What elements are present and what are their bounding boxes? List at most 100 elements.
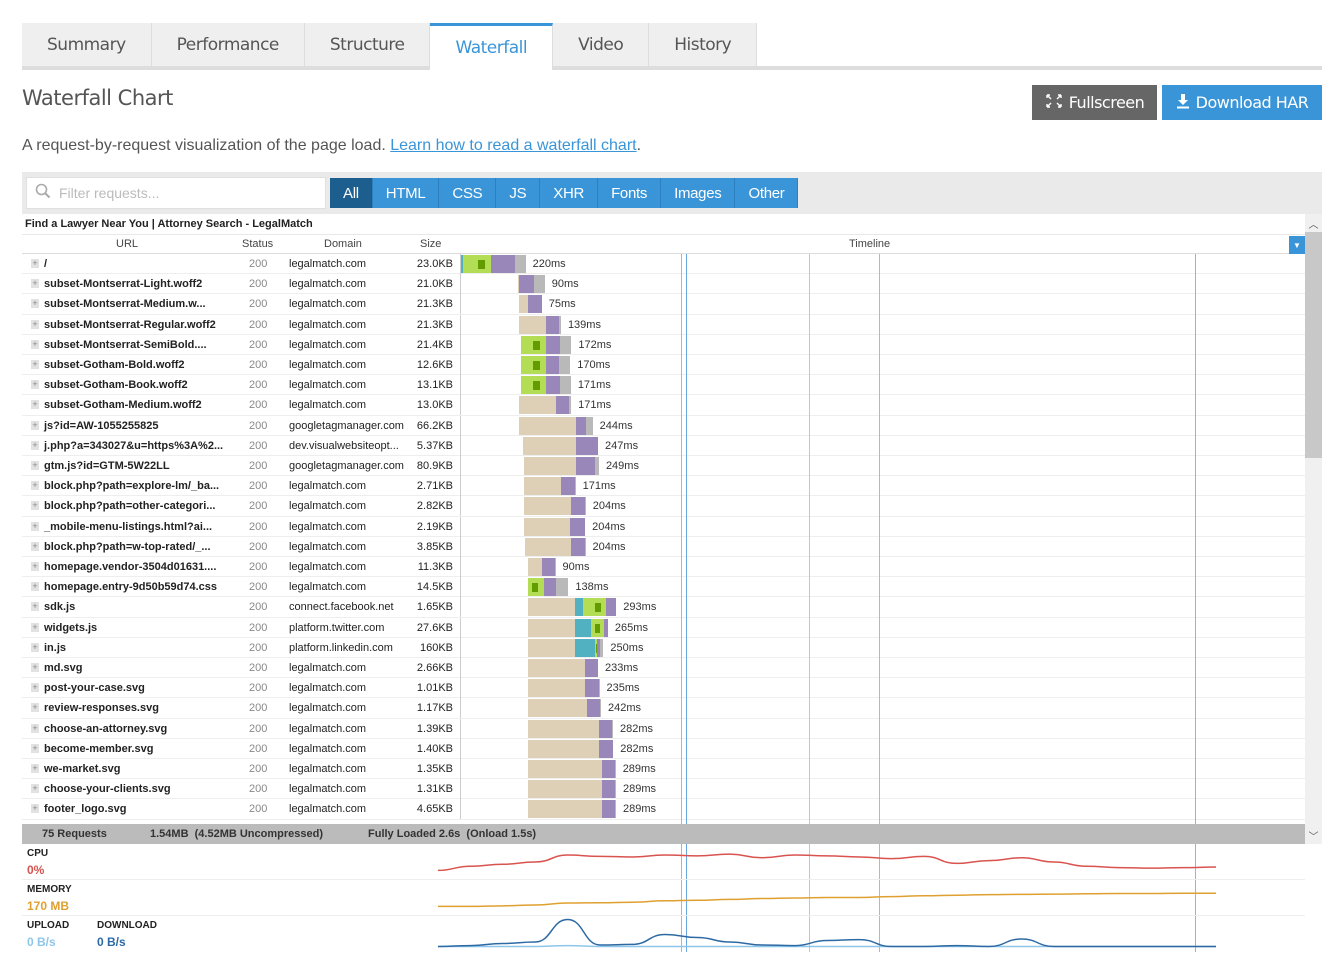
- scroll-thumb[interactable]: [1305, 232, 1322, 458]
- timing-ssl[interactable]: [527, 578, 544, 597]
- timing-dns[interactable]: [575, 618, 592, 637]
- timing-receive[interactable]: [612, 719, 613, 738]
- timing-wait[interactable]: [576, 416, 587, 435]
- expand-icon[interactable]: +: [31, 319, 39, 329]
- filter-requests-input[interactable]: [57, 184, 317, 202]
- timing-wait[interactable]: [546, 356, 560, 374]
- timing-blocked[interactable]: [528, 760, 603, 778]
- timing-receive[interactable]: [600, 699, 602, 718]
- timing-blocked[interactable]: [528, 679, 586, 698]
- expand-icon[interactable]: +: [31, 723, 39, 733]
- timing-wait[interactable]: [560, 477, 575, 496]
- timing-receive[interactable]: [559, 356, 571, 374]
- timing-receive[interactable]: [595, 457, 599, 475]
- filter-type-css[interactable]: CSS: [439, 178, 497, 208]
- request-row[interactable]: + in.js 200 platform.linkedin.com 160KB 250ms: [22, 637, 1305, 658]
- request-row[interactable]: + homepage.entry-9d50b59d74.css 200 legalma…: [22, 577, 1305, 598]
- expand-icon[interactable]: +: [31, 663, 39, 672]
- timing-blocked[interactable]: [523, 517, 571, 536]
- filter-type-other[interactable]: Other: [735, 178, 799, 208]
- column-status[interactable]: Status: [242, 238, 273, 250]
- request-row[interactable]: + review-responses.svg 200 legalmatch.com 1.…: [22, 698, 1305, 719]
- request-row[interactable]: + choose-an-attorney.svg 200 legalmatch.com…: [22, 718, 1305, 739]
- learn-waterfall-link[interactable]: Learn how to read a waterfall chart: [390, 137, 636, 154]
- timing-wait[interactable]: [585, 659, 599, 677]
- timing-wait[interactable]: [587, 699, 601, 718]
- tab-waterfall[interactable]: Waterfall: [430, 23, 554, 70]
- timing-ssl[interactable]: [520, 376, 547, 395]
- scroll-down-icon[interactable]: ﹀: [1305, 826, 1322, 844]
- timing-blocked[interactable]: [523, 436, 577, 455]
- timing-blocked[interactable]: [519, 315, 547, 334]
- timing-wait[interactable]: [585, 679, 599, 698]
- expand-icon[interactable]: +: [31, 259, 39, 268]
- timing-receive[interactable]: [615, 780, 616, 799]
- timing-receive[interactable]: [560, 376, 571, 395]
- request-row[interactable]: + subset-Gotham-Book.woff2 200 legalmatch.c…: [22, 375, 1305, 396]
- timing-receive[interactable]: [569, 396, 572, 415]
- expand-icon[interactable]: +: [31, 703, 39, 713]
- timing-wait[interactable]: [546, 335, 561, 354]
- expand-icon[interactable]: +: [31, 461, 39, 470]
- expand-icon[interactable]: +: [31, 279, 39, 289]
- timeline-menu-button[interactable]: ▼: [1289, 236, 1305, 254]
- request-row[interactable]: + choose-your-clients.svg 200 legalmatch.co…: [22, 779, 1305, 800]
- expand-icon[interactable]: +: [31, 339, 39, 349]
- tab-performance[interactable]: Performance: [151, 23, 305, 66]
- timing-blocked[interactable]: [528, 739, 600, 758]
- timing-wait[interactable]: [491, 255, 516, 273]
- column-size[interactable]: Size: [420, 238, 441, 250]
- timing-wait[interactable]: [602, 780, 616, 799]
- request-row[interactable]: + block.php?path=explore-lm/_ba... 200 lega…: [22, 476, 1305, 497]
- expand-icon[interactable]: +: [31, 481, 39, 491]
- expand-icon[interactable]: +: [31, 562, 39, 571]
- timing-wait[interactable]: [604, 618, 608, 637]
- timing-wait[interactable]: [599, 739, 614, 758]
- timing-receive[interactable]: [560, 335, 572, 354]
- timing-dns[interactable]: [575, 638, 596, 657]
- timing-wait[interactable]: [519, 275, 535, 294]
- column-url[interactable]: URL: [116, 238, 138, 250]
- timing-blocked[interactable]: [519, 416, 577, 435]
- expand-icon[interactable]: +: [31, 360, 39, 369]
- timing-receive[interactable]: [615, 800, 616, 819]
- filter-type-images[interactable]: Images: [661, 178, 736, 208]
- timing-receive[interactable]: [515, 255, 526, 273]
- tab-structure[interactable]: Structure: [304, 23, 431, 66]
- timing-receive[interactable]: [584, 537, 586, 556]
- request-row[interactable]: + js?id=AW-1055255825 200 googletagmanager.…: [22, 415, 1305, 436]
- timing-ssl[interactable]: [583, 598, 607, 617]
- timing-blocked[interactable]: [524, 537, 571, 556]
- timing-ssl[interactable]: [520, 356, 547, 374]
- timing-wait[interactable]: [541, 558, 555, 576]
- timing-wait[interactable]: [599, 719, 613, 738]
- scrollbar[interactable]: ︿ ﹀: [1305, 214, 1322, 844]
- request-row[interactable]: + post-your-case.svg 200 legalmatch.com 1.01…: [22, 678, 1305, 699]
- timing-ssl[interactable]: [520, 335, 547, 354]
- expand-icon[interactable]: +: [31, 743, 39, 753]
- request-row[interactable]: + _mobile-menu-listings.html?ai... 200 lega…: [22, 516, 1305, 537]
- scroll-up-icon[interactable]: ︿: [1305, 214, 1322, 232]
- request-row[interactable]: + homepage.vendor-3504d01631.... 200 legalm…: [22, 557, 1305, 578]
- filter-type-js[interactable]: JS: [496, 178, 541, 208]
- request-row[interactable]: + block.php?path=other-categori... 200 lega…: [22, 496, 1305, 517]
- expand-icon[interactable]: +: [31, 764, 39, 773]
- timing-receive[interactable]: [554, 558, 556, 576]
- timing-wait[interactable]: [543, 578, 557, 597]
- request-row[interactable]: + subset-Gotham-Bold.woff2 200 legalmatch.c…: [22, 355, 1305, 376]
- timing-blocked[interactable]: [528, 780, 603, 799]
- timing-blocked[interactable]: [528, 638, 576, 657]
- filter-type-all[interactable]: All: [330, 178, 373, 208]
- timing-wait[interactable]: [570, 537, 585, 556]
- expand-icon[interactable]: +: [31, 521, 39, 531]
- filter-field[interactable]: [26, 177, 326, 209]
- expand-icon[interactable]: +: [31, 420, 39, 430]
- fullscreen-button[interactable]: Fullscreen: [1032, 85, 1157, 120]
- timing-blocked[interactable]: [519, 295, 529, 314]
- timing-blocked[interactable]: [528, 800, 603, 819]
- timing-blocked[interactable]: [528, 598, 576, 617]
- request-row[interactable]: + j.php?a=343027&u=https%3A%2... 200 dev.vi…: [22, 435, 1305, 456]
- timing-blocked[interactable]: [528, 659, 586, 677]
- tab-history[interactable]: History: [649, 23, 758, 66]
- timing-receive[interactable]: [598, 679, 600, 698]
